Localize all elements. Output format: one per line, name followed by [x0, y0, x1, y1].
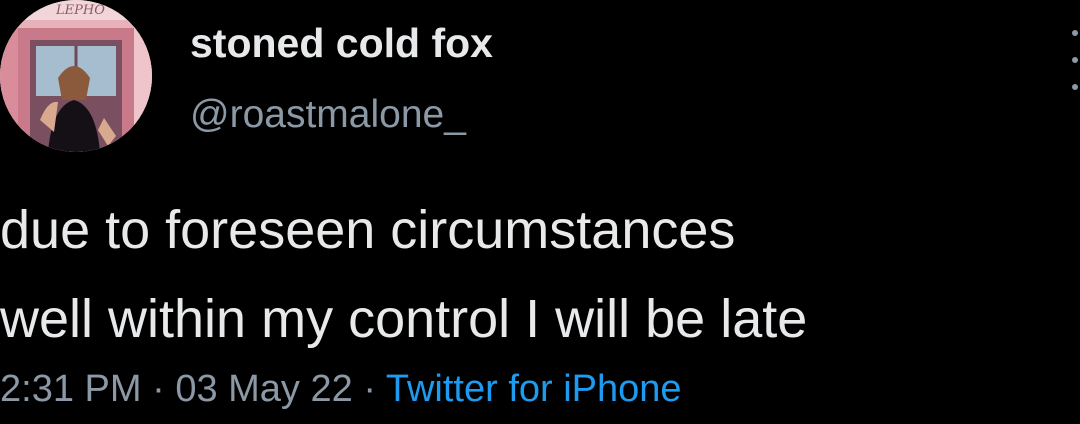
more-options-dot [1072, 57, 1078, 63]
author-handle[interactable]: @roastmalone_ [190, 93, 466, 137]
tweet-text: due to foreseen circumstances well withi… [0, 186, 1080, 364]
avatar-sign-text: LEPHO [55, 3, 105, 18]
more-options-icon[interactable] [1070, 30, 1080, 90]
tweet-meta: 2:31 PM · 03 May 22 · Twitter for iPhone [0, 368, 682, 411]
more-options-dot [1072, 84, 1078, 90]
meta-separator: · [363, 368, 376, 410]
tweet-date[interactable]: 03 May 22 [175, 368, 352, 410]
tweet-source-link[interactable]: Twitter for iPhone [386, 368, 682, 410]
tweet-card: LEPHO stoned cold fox @roastmalone_ due … [0, 0, 1080, 424]
avatar[interactable]: LEPHO [0, 0, 152, 152]
meta-separator: · [152, 368, 165, 410]
tweet-time[interactable]: 2:31 PM [0, 368, 142, 410]
author-display-name[interactable]: stoned cold fox [190, 20, 493, 67]
tweet-text-line: due to foreseen circumstances [0, 200, 736, 260]
avatar-photo: LEPHO [0, 0, 152, 152]
tweet-text-line: well within my control I will be late [0, 289, 808, 349]
more-options-dot [1072, 30, 1078, 36]
